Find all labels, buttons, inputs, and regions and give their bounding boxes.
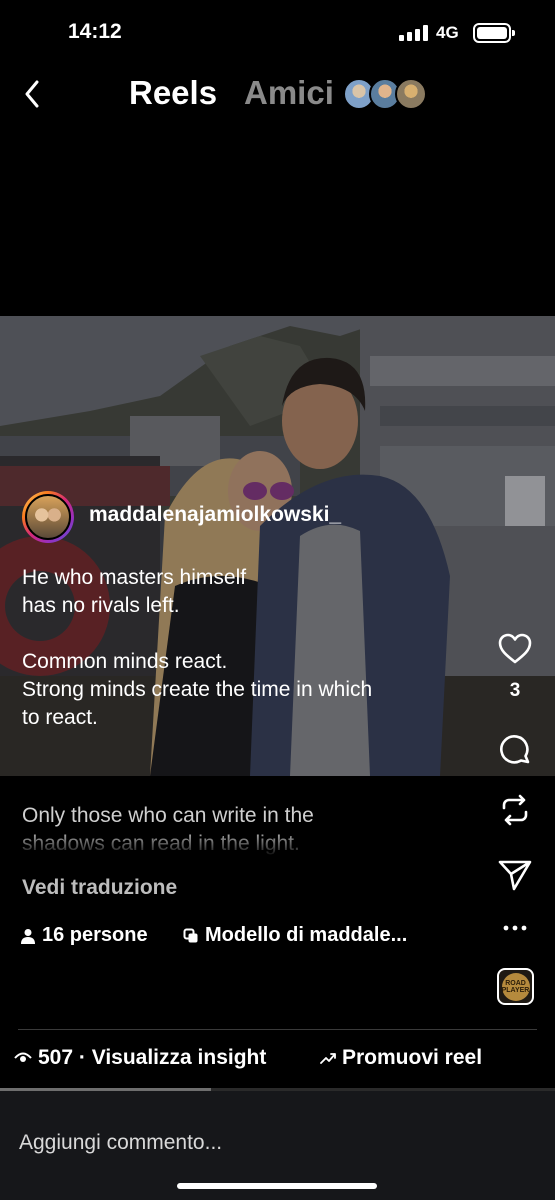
tab-amici[interactable]: Amici — [244, 74, 334, 112]
template-icon — [183, 928, 198, 942]
heart-icon — [498, 633, 532, 664]
friend-avatar — [395, 78, 427, 110]
see-translation-link[interactable]: Vedi traduzione — [22, 876, 177, 900]
friends-avatar-stack[interactable] — [343, 78, 433, 112]
comment-input[interactable] — [19, 1131, 479, 1155]
repost-icon — [502, 794, 528, 826]
view-insights-button[interactable]: 507 · Visualizza insight — [14, 1046, 266, 1070]
network-type: 4G — [436, 23, 459, 42]
person-icon — [21, 928, 35, 944]
battery-icon — [473, 23, 515, 43]
caption-line: Strong minds create the time in which — [22, 678, 373, 701]
send-icon — [498, 860, 532, 891]
back-button[interactable] — [18, 76, 46, 112]
more-options-button[interactable] — [496, 913, 534, 943]
promote-reel-label: Promuovi reel — [342, 1046, 483, 1069]
playback-progress-fill — [0, 1088, 211, 1091]
tagged-people-button[interactable]: 16 persone — [20, 924, 148, 947]
playback-progress[interactable] — [0, 1088, 555, 1091]
caption-line: has no rivals left. — [22, 594, 180, 617]
promote-reel-button[interactable]: Promuovi reel — [320, 1046, 482, 1070]
caption-line: Common minds react. — [22, 650, 228, 673]
views-insights-label: 507 · Visualizza insight — [38, 1046, 267, 1069]
template-label: Modello di maddale... — [205, 924, 408, 946]
chevron-left-icon — [25, 80, 39, 108]
more-horizontal-icon — [503, 925, 527, 931]
caption-line: shadows can read in the light. — [22, 832, 300, 855]
like-count[interactable]: 3 — [496, 680, 534, 702]
tagged-people-label: 16 persone — [42, 924, 148, 946]
signal-strength-icon — [399, 25, 429, 41]
trending-up-icon — [320, 1053, 336, 1064]
eye-icon — [14, 1052, 32, 1062]
share-button[interactable] — [496, 856, 534, 894]
home-indicator[interactable] — [177, 1183, 377, 1189]
like-button[interactable] — [496, 630, 534, 668]
comment-button[interactable] — [496, 731, 534, 769]
caption-line: Only those who can write in the — [22, 804, 314, 827]
tab-reels[interactable]: Reels — [129, 74, 217, 112]
author-username[interactable]: maddalenajamiolkowski_ — [89, 503, 341, 527]
caption[interactable]: He who masters himself has no rivals lef… — [22, 564, 472, 732]
comment-icon — [500, 735, 530, 764]
author-avatar[interactable] — [22, 491, 74, 543]
audio-track-button[interactable]: ROAD PLAYER — [497, 968, 534, 1005]
divider — [18, 1029, 537, 1030]
caption-line: He who masters himself — [22, 566, 247, 589]
caption-line: to react. — [22, 706, 98, 729]
audio-cover-logo: ROAD PLAYER — [501, 972, 530, 1001]
template-button[interactable]: Modello di maddale... — [183, 924, 407, 947]
caption-more[interactable]: Only those who can write in the shadows … — [22, 802, 472, 860]
status-time: 14:12 — [68, 20, 122, 43]
remix-button[interactable] — [496, 791, 534, 829]
